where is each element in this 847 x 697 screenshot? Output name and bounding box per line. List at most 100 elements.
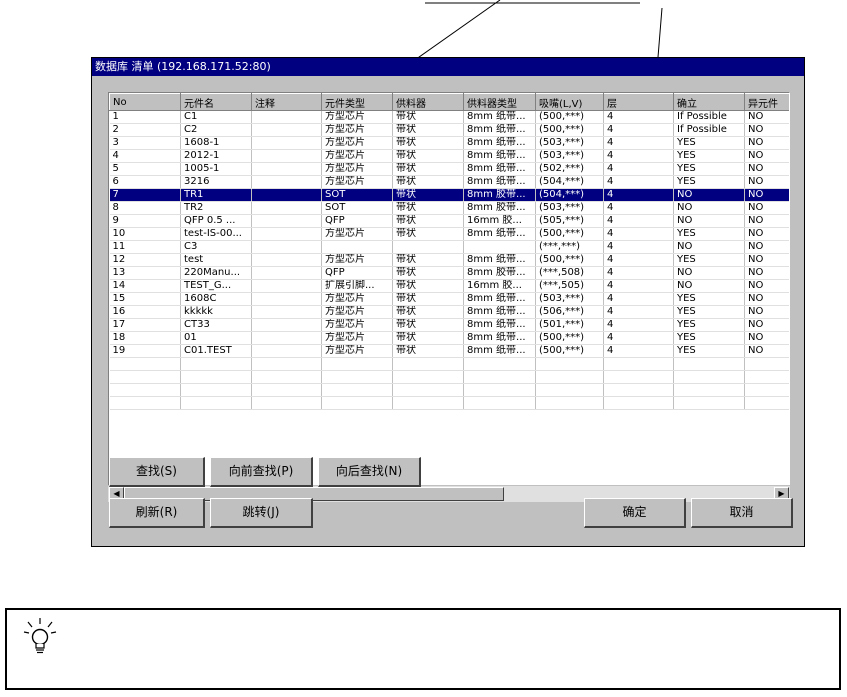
column-header[interactable]: No bbox=[109, 93, 181, 111]
table-row[interactable]: 16 kkkkk 方型芯片 带状 8mm 纸带... (506,***) 4 YES NO bbox=[109, 305, 789, 319]
table-row[interactable]: 2 C2 方型芯片 带状 8mm 纸带... (500,***) 4 If Possible N… bbox=[109, 123, 789, 137]
table-cell: 4 bbox=[603, 188, 674, 202]
find-button[interactable]: 查找(S) bbox=[109, 457, 205, 487]
table-cell: 8mm 纸带... bbox=[463, 110, 536, 124]
table-cell: (500,***) bbox=[535, 123, 604, 137]
table-cell: NO bbox=[744, 331, 789, 345]
ok-button[interactable]: 确定 bbox=[584, 498, 686, 528]
jump-button[interactable]: 跳转(J) bbox=[210, 498, 313, 528]
empty-cell bbox=[535, 396, 604, 410]
table-cell: YES bbox=[673, 136, 745, 150]
table-cell: YES bbox=[673, 149, 745, 163]
find-prev-button[interactable]: 向前查找(P) bbox=[210, 457, 313, 487]
table-row[interactable]: 18 01 方型芯片 带状 8mm 纸带... (500,***) 4 YES NO bbox=[109, 331, 789, 345]
table-cell: (502,***) bbox=[535, 162, 604, 176]
column-header[interactable]: 确立 bbox=[673, 93, 745, 111]
table-row[interactable]: 10 test-IS-00... 方型芯片 带状 8mm 纸带... (500,***) 4… bbox=[109, 227, 789, 241]
table-row[interactable]: 19 C01.TEST 方型芯片 带状 8mm 纸带... (500,***) 4 YES NO bbox=[109, 344, 789, 358]
empty-cell bbox=[180, 357, 252, 371]
table-row[interactable]: 12 test 方型芯片 带状 8mm 纸带... (500,***) 4 YES NO bbox=[109, 253, 789, 267]
table-cell bbox=[251, 227, 322, 241]
table-cell: 4 bbox=[603, 266, 674, 280]
table-cell: 4 bbox=[603, 227, 674, 241]
table-cell bbox=[321, 240, 393, 254]
table-cell: (503,***) bbox=[535, 149, 604, 163]
empty-cell bbox=[463, 396, 536, 410]
table-cell: (500,***) bbox=[535, 344, 604, 358]
table-cell: (***,505) bbox=[535, 279, 604, 293]
column-header[interactable]: 供料器类型 bbox=[463, 93, 536, 111]
table-row[interactable]: 1 C1 方型芯片 带状 8mm 纸带... (500,***) 4 If Possible N… bbox=[109, 110, 789, 124]
column-header[interactable]: 元件名 bbox=[180, 93, 252, 111]
empty-cell bbox=[321, 383, 393, 397]
empty-cell bbox=[744, 357, 789, 371]
dialog-title: 数据库 清单 (192.168.171.52:80) bbox=[92, 58, 804, 76]
table-cell: 15 bbox=[109, 292, 181, 306]
table-cell bbox=[251, 331, 322, 345]
table-cell: 带状 bbox=[392, 305, 464, 319]
table-cell: 4 bbox=[603, 318, 674, 332]
table-cell: 10 bbox=[109, 227, 181, 241]
table-cell: 4 bbox=[603, 110, 674, 124]
table-row[interactable]: 17 CT33 方型芯片 带状 8mm 纸带... (501,***) 4 YES NO bbox=[109, 318, 789, 332]
empty-cell bbox=[603, 396, 674, 410]
column-header[interactable]: 注释 bbox=[251, 93, 322, 111]
table-cell bbox=[251, 136, 322, 150]
find-next-button[interactable]: 向后查找(N) bbox=[318, 457, 421, 487]
component-list[interactable]: No 元件名 注释 元件类型 供料器 供料器类型 吸嘴(L,V) 层确立 异元件 1 C1 方型芯片… bbox=[108, 92, 790, 486]
table-cell: 16 bbox=[109, 305, 181, 319]
table-cell: 带状 bbox=[392, 149, 464, 163]
empty-cell bbox=[463, 370, 536, 384]
table-row[interactable]: 14 TEST_G... 扩展引脚... 带状 16mm 胶... (***,505) 4 N… bbox=[109, 279, 789, 293]
table-row[interactable]: 8 TR2 SOT 带状 8mm 胶带... (503,***) 4 NO NO bbox=[109, 201, 789, 215]
table-cell bbox=[251, 318, 322, 332]
table-row[interactable]: 9 QFP 0.5 ... QFP 带状 16mm 胶... (505,***) 4 NO NO bbox=[109, 214, 789, 228]
table-cell: NO bbox=[744, 292, 789, 306]
column-header[interactable]: 元件类型 bbox=[321, 93, 393, 111]
table-cell: test bbox=[180, 253, 252, 267]
table-row[interactable]: 3 1608-1 方型芯片 带状 8mm 纸带... (503,***) 4 YES NO bbox=[109, 136, 789, 150]
table-cell: 方型芯片 bbox=[321, 318, 393, 332]
table-cell: NO bbox=[673, 240, 745, 254]
table-cell: QFP bbox=[321, 266, 393, 280]
table-cell: If Possible bbox=[673, 123, 745, 137]
table-row[interactable]: 15 1608C 方型芯片 带状 8mm 纸带... (503,***) 4 YES NO bbox=[109, 292, 789, 306]
table-cell: TR1 bbox=[180, 188, 252, 202]
table-row[interactable]: 13 220Manu... QFP 带状 8mm 胶带... (***,508) 4 NO NO bbox=[109, 266, 789, 280]
table-cell: 2 bbox=[109, 123, 181, 137]
empty-cell bbox=[109, 357, 181, 371]
table-cell: 带状 bbox=[392, 227, 464, 241]
table-cell: 4 bbox=[603, 279, 674, 293]
table-cell: NO bbox=[744, 253, 789, 267]
table-cell: 带状 bbox=[392, 318, 464, 332]
column-header[interactable]: 层 bbox=[603, 93, 674, 111]
column-header[interactable]: 供料器 bbox=[392, 93, 464, 111]
table-cell: C01.TEST bbox=[180, 344, 252, 358]
cancel-button[interactable]: 取消 bbox=[691, 498, 793, 528]
empty-cell bbox=[392, 396, 464, 410]
tip-box bbox=[5, 608, 841, 690]
table-cell: 4 bbox=[603, 253, 674, 267]
empty-row bbox=[109, 357, 789, 371]
table-cell: 带状 bbox=[392, 201, 464, 215]
empty-cell bbox=[180, 396, 252, 410]
table-cell: NO bbox=[744, 227, 789, 241]
empty-cell bbox=[321, 357, 393, 371]
table-cell: 4 bbox=[603, 331, 674, 345]
refresh-button[interactable]: 刷新(R) bbox=[109, 498, 205, 528]
table-row[interactable]: 6 3216 方型芯片 带状 8mm 纸带... (504,***) 4 YES NO bbox=[109, 175, 789, 189]
table-row[interactable]: 5 1005-1 方型芯片 带状 8mm 纸带... (502,***) 4 YES NO bbox=[109, 162, 789, 176]
table-row[interactable]: 11 C3 (***,***) 4 NO NO bbox=[109, 240, 789, 254]
empty-cell bbox=[392, 370, 464, 384]
table-cell: 方型芯片 bbox=[321, 344, 393, 358]
table-cell: 方型芯片 bbox=[321, 305, 393, 319]
column-header[interactable]: 吸嘴(L,V) bbox=[535, 93, 604, 111]
table-cell: TR2 bbox=[180, 201, 252, 215]
column-header[interactable]: 异元件 bbox=[744, 93, 789, 111]
table-row[interactable]: 7 TR1 SOT 带状 8mm 胶带... (504,***) 4 NO NO bbox=[109, 188, 789, 202]
table-cell: 19 bbox=[109, 344, 181, 358]
table-cell: 16mm 胶... bbox=[463, 214, 536, 228]
table-row[interactable]: 4 2012-1 方型芯片 带状 8mm 纸带... (503,***) 4 YES NO bbox=[109, 149, 789, 163]
table-cell bbox=[251, 110, 322, 124]
table-cell: NO bbox=[744, 123, 789, 137]
